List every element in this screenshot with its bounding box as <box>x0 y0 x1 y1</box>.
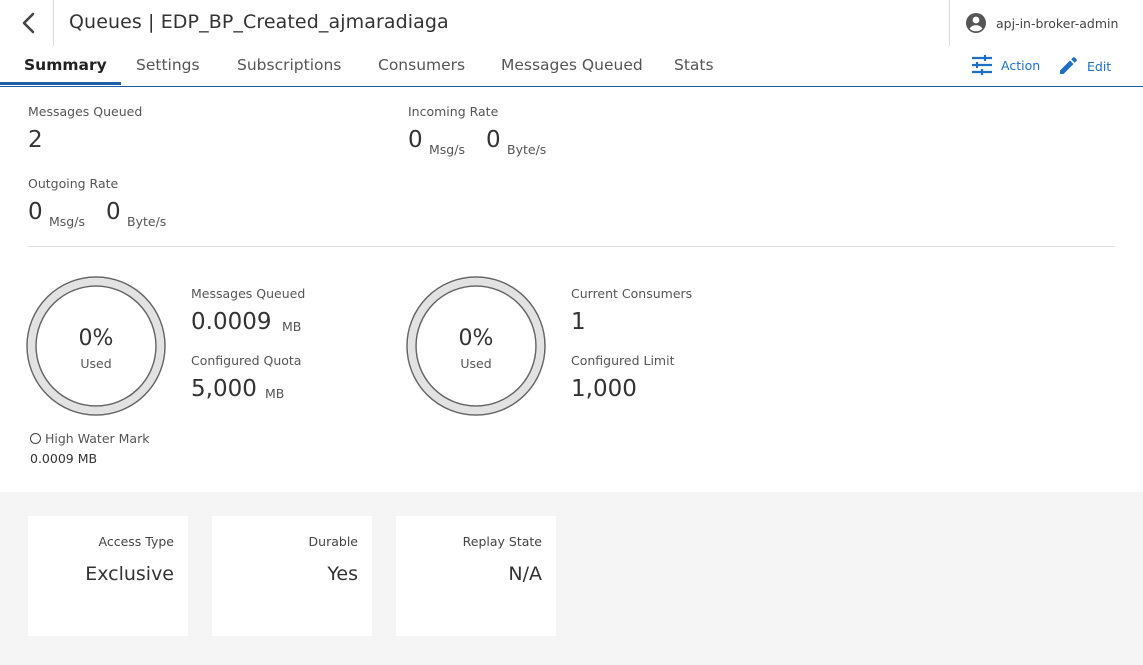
durable-card: Durable Yes <box>212 516 372 636</box>
edit-button[interactable]: Edit <box>1057 55 1111 77</box>
outgoing-rate-label: Outgoing Rate <box>28 176 119 191</box>
configured-quota-value: 5,000 <box>191 376 257 402</box>
current-consumers-label: Current Consumers <box>571 286 693 301</box>
circle-outline-icon <box>30 433 41 444</box>
properties-panel: Access Type Exclusive Durable Yes Replay… <box>0 492 1143 665</box>
high-water-mark-value: 0.0009 MB <box>30 451 98 466</box>
card-value: Yes <box>327 563 358 585</box>
tab-stats[interactable]: Stats <box>674 56 714 74</box>
card-value: N/A <box>508 563 542 585</box>
user-menu[interactable]: apj-in-broker-admin <box>964 11 1118 35</box>
tab-messages-queued[interactable]: Messages Queued <box>501 56 643 74</box>
quota-messages-queued-unit: MB <box>282 319 302 334</box>
card-label: Replay State <box>462 534 542 549</box>
tab-consumers[interactable]: Consumers <box>378 56 465 74</box>
configured-limit-value: 1,000 <box>571 376 637 402</box>
incoming-rate-label: Incoming Rate <box>408 104 499 119</box>
divider <box>53 0 54 46</box>
outgoing-byte-unit: Byte/s <box>127 214 167 229</box>
quota-messages-queued-label: Messages Queued <box>191 286 306 301</box>
incoming-byte-value: 0 <box>486 127 501 153</box>
chevron-left-icon <box>22 12 35 34</box>
current-consumers-value: 1 <box>571 309 586 335</box>
back-button[interactable] <box>14 8 44 38</box>
configured-limit-label: Configured Limit <box>571 353 675 368</box>
consumer-percent: 0% <box>458 326 494 351</box>
access-type-card: Access Type Exclusive <box>28 516 188 636</box>
messages-queued-value: 2 <box>28 127 43 153</box>
card-label: Durable <box>308 534 358 549</box>
quota-percent: 0% <box>78 326 114 351</box>
configured-quota-unit: MB <box>265 386 285 401</box>
page-title: Queues | EDP_BP_Created_ajmaradiaga <box>69 11 449 33</box>
outgoing-byte-value: 0 <box>106 199 121 225</box>
outgoing-msg-value: 0 <box>28 199 43 225</box>
consumer-used-label: Used <box>460 356 492 371</box>
incoming-msg-value: 0 <box>408 127 423 153</box>
action-button[interactable]: Action <box>971 55 1040 75</box>
edit-label: Edit <box>1087 58 1112 74</box>
tab-bar: Summary Settings Subscriptions Consumers… <box>0 46 1143 87</box>
incoming-msg-unit: Msg/s <box>429 142 465 157</box>
quota-used-label: Used <box>80 356 112 371</box>
incoming-byte-unit: Byte/s <box>507 142 547 157</box>
tab-subscriptions[interactable]: Subscriptions <box>237 56 341 74</box>
messages-queued-label: Messages Queued <box>28 104 143 119</box>
user-name: apj-in-broker-admin <box>996 15 1119 31</box>
replay-state-card: Replay State N/A <box>396 516 556 636</box>
account-circle-icon <box>966 13 986 33</box>
pencil-icon <box>1060 57 1077 74</box>
tab-summary[interactable]: Summary <box>24 56 107 74</box>
active-tab-indicator <box>0 82 121 85</box>
divider <box>949 0 950 46</box>
card-label: Access Type <box>98 534 174 549</box>
configured-quota-label: Configured Quota <box>191 353 302 368</box>
action-label: Action <box>1001 57 1041 73</box>
tab-settings[interactable]: Settings <box>136 56 200 74</box>
high-water-mark-label: High Water Mark <box>45 431 150 446</box>
sliders-icon <box>972 55 992 75</box>
outgoing-msg-unit: Msg/s <box>49 214 85 229</box>
card-value: Exclusive <box>85 563 174 585</box>
quota-messages-queued-value: 0.0009 <box>191 309 272 335</box>
top-bar: Queues | EDP_BP_Created_ajmaradiaga apj-… <box>0 0 1143 46</box>
section-divider <box>28 246 1115 247</box>
